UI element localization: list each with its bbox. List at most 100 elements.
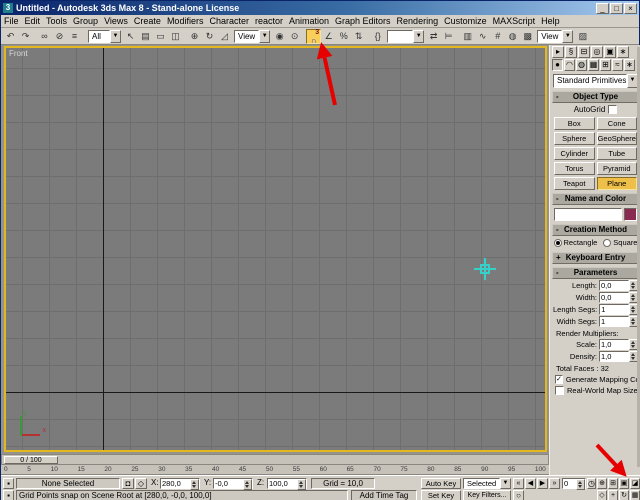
rollout-parameters[interactable]: -Parameters (552, 267, 639, 279)
object-type-button[interactable]: Box (554, 117, 595, 130)
selection-lock-icon[interactable]: ◘ (122, 478, 134, 489)
menu-item[interactable]: Edit (22, 16, 44, 26)
chevron-down-icon[interactable]: ▼ (259, 30, 270, 43)
category-cameras-icon[interactable]: ▦ (588, 59, 599, 71)
x-spinner[interactable] (190, 479, 199, 490)
mirror-icon[interactable]: ⇄ (426, 29, 441, 44)
viewport-front[interactable]: Front x y (4, 46, 547, 452)
tab-create-icon[interactable]: ▸ (552, 46, 564, 58)
generate-mapping-checkbox[interactable]: ✓ (555, 375, 563, 384)
named-selection-set-dropdown[interactable]: ▼ (387, 30, 424, 43)
rollout-name-and-color[interactable]: -Name and Color (552, 193, 639, 205)
autogrid-checkbox[interactable] (608, 105, 617, 114)
x-coord-field[interactable]: 280,0 (160, 478, 200, 489)
bind-to-space-warp-icon[interactable]: ≡ (67, 29, 82, 44)
go-to-start-button[interactable]: « (513, 478, 524, 489)
z-spinner[interactable] (297, 479, 306, 490)
add-time-tag-field[interactable]: Add Time Tag (351, 490, 417, 500)
category-systems-icon[interactable]: ∗ (624, 59, 635, 71)
edit-named-selections-icon[interactable]: {} (370, 29, 385, 44)
density-field[interactable]: 1,0 (599, 351, 629, 362)
chevron-down-icon[interactable]: ▼ (110, 30, 121, 43)
close-button[interactable]: × (624, 3, 637, 14)
rollout-object-type[interactable]: -Object Type (552, 91, 639, 103)
select-and-scale-icon[interactable]: ◿ (217, 29, 232, 44)
menu-item[interactable]: Group (70, 16, 101, 26)
rectangular-selection-region-icon[interactable]: ▭ (153, 29, 168, 44)
go-to-end-button[interactable]: » (549, 478, 560, 489)
time-configuration-icon[interactable]: ◷ (587, 478, 596, 489)
menu-item[interactable]: Tools (43, 16, 70, 26)
category-helpers-icon[interactable]: ⊞ (600, 59, 611, 71)
tab-hierarchy-icon[interactable]: ⊟ (578, 46, 590, 58)
select-and-manipulate-icon[interactable]: ⊙ (287, 29, 302, 44)
key-mode-dropdown[interactable]: Selected▼ (463, 478, 511, 489)
angle-snap-icon[interactable]: ∠ (321, 29, 336, 44)
creation-method-radio[interactable]: Square (603, 238, 637, 247)
chevron-down-icon[interactable]: ▼ (500, 478, 511, 489)
viewport-label[interactable]: Front (9, 49, 28, 58)
zoom-icon[interactable]: ⊕ (597, 478, 607, 489)
tab-utilities-icon[interactable]: ∗ (617, 46, 629, 58)
width-segs-field[interactable]: 1 (599, 316, 629, 327)
menu-item[interactable]: Graph Editors (332, 16, 394, 26)
chevron-down-icon[interactable]: ▼ (562, 30, 573, 43)
menu-item[interactable]: Character (206, 16, 252, 26)
mini-listener-icon[interactable]: ▪ (3, 490, 14, 500)
minimize-button[interactable]: _ (596, 3, 609, 14)
layer-manager-icon[interactable]: ▥ (460, 29, 475, 44)
pan-icon[interactable]: + (608, 490, 618, 500)
current-frame-field[interactable]: 0 (562, 478, 586, 489)
absolute-offset-mode-icon[interactable]: ◇ (135, 478, 147, 489)
rollout-creation-method[interactable]: -Creation Method (552, 224, 639, 236)
y-spinner[interactable] (243, 479, 252, 490)
material-editor-icon[interactable]: ◍ (505, 29, 520, 44)
zoom-extents-all-icon[interactable]: ◪ (630, 478, 640, 489)
align-icon[interactable]: ⊨ (441, 29, 456, 44)
reference-coordinate-system-dropdown[interactable]: View▼ (234, 30, 270, 43)
scale-field[interactable]: 1,0 (599, 339, 629, 350)
maximize-viewport-toggle-icon[interactable]: ▦ (630, 490, 640, 500)
key-mode-toggle-icon[interactable]: ○ (513, 490, 524, 500)
object-type-button[interactable]: Torus (554, 162, 595, 175)
category-space-warps-icon[interactable]: ≈ (612, 59, 623, 71)
time-slider-track[interactable]: 0 / 100 (1, 454, 549, 465)
field-of-view-icon[interactable]: ◇ (597, 490, 607, 500)
auto-key-button[interactable]: Auto Key (421, 478, 461, 489)
time-slider-handle[interactable]: 0 / 100 (4, 456, 58, 464)
object-type-button[interactable]: Cone (597, 117, 638, 130)
redo-icon[interactable]: ↷ (18, 29, 33, 44)
menu-item[interactable]: Help (538, 16, 563, 26)
curve-editor-icon[interactable]: ∿ (475, 29, 490, 44)
maximize-button[interactable]: □ (610, 3, 623, 14)
tab-display-icon[interactable]: ▣ (604, 46, 616, 58)
object-type-button[interactable]: GeoSphere (597, 132, 638, 145)
undo-icon[interactable]: ↶ (3, 29, 18, 44)
render-scene-icon[interactable]: ▩ (520, 29, 535, 44)
track-bar[interactable]: 0510152025303540455055606570758085909510… (1, 465, 549, 475)
zoom-all-icon[interactable]: ⊞ (608, 478, 618, 489)
menu-item[interactable]: Rendering (394, 16, 442, 26)
menu-item[interactable]: reactor (252, 16, 286, 26)
menu-item[interactable]: File (1, 16, 22, 26)
unlink-selection-icon[interactable]: ⊘ (52, 29, 67, 44)
spinner-snap-icon[interactable]: ⇅ (351, 29, 366, 44)
object-type-button[interactable]: Tube (597, 147, 638, 160)
real-world-map-checkbox[interactable] (555, 386, 564, 395)
menu-item[interactable]: Create (131, 16, 164, 26)
menu-item[interactable]: MAXScript (490, 16, 539, 26)
quick-render-icon[interactable]: ▨ (575, 29, 590, 44)
tab-modify-icon[interactable]: § (565, 46, 577, 58)
object-type-button[interactable]: Sphere (554, 132, 595, 145)
object-type-button[interactable]: Cylinder (554, 147, 595, 160)
subcategory-dropdown[interactable]: Standard Primitives ▼ (553, 74, 638, 88)
select-object-icon[interactable]: ↖ (123, 29, 138, 44)
object-type-button[interactable]: Pyramid (597, 162, 638, 175)
category-geometry-icon[interactable]: ● (552, 59, 563, 71)
category-lights-icon[interactable]: ◍ (576, 59, 587, 71)
selection-filter-dropdown[interactable]: All▼ (88, 30, 121, 43)
frame-spinner[interactable] (576, 479, 585, 490)
select-and-rotate-icon[interactable]: ↻ (202, 29, 217, 44)
menu-item[interactable]: Modifiers (164, 16, 207, 26)
select-and-link-icon[interactable]: ∞ (37, 29, 52, 44)
